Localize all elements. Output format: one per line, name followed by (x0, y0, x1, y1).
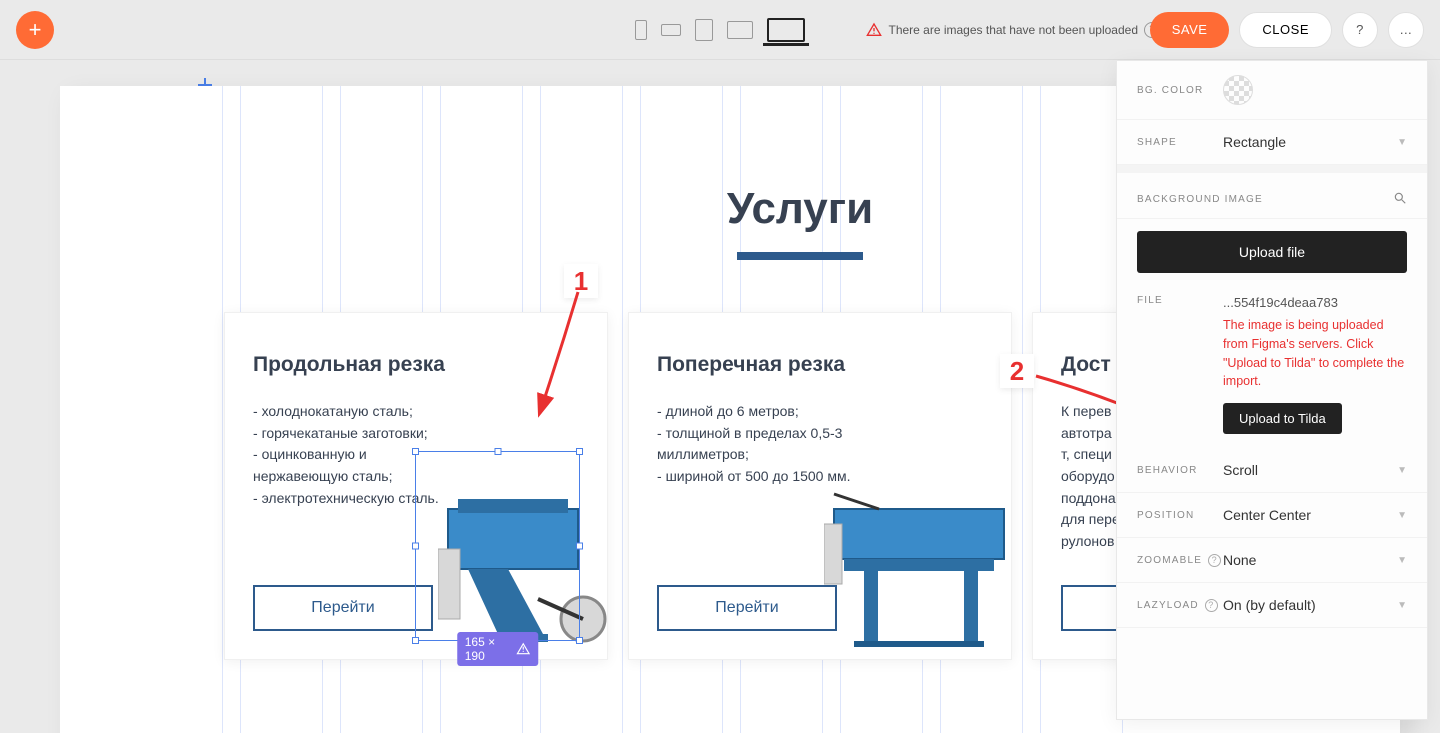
lazyload-label: LAZYLOAD? (1137, 599, 1223, 612)
bgimage-section-header: BACKGROUND IMAGE (1117, 165, 1427, 219)
warning-text: There are images that have not been uplo… (888, 23, 1138, 37)
chevron-down-icon: ▼ (1397, 465, 1407, 476)
device-tablet-landscape-icon[interactable] (727, 21, 753, 39)
top-toolbar: + There are images that have not been up… (0, 0, 1440, 60)
properties-panel[interactable]: BG. COLOR SHAPE Rectangle▼ BACKGROUND IM… (1116, 60, 1428, 720)
card-cta-button[interactable]: Перейти (657, 585, 837, 631)
annotation-marker-2: 2 (1000, 354, 1034, 388)
color-swatch-transparent[interactable] (1223, 75, 1253, 105)
zoomable-select[interactable]: None▼ (1223, 552, 1407, 568)
file-label: FILE (1137, 295, 1223, 306)
chevron-down-icon: ▼ (1397, 600, 1407, 611)
list-item: электротехническую сталь. (253, 488, 453, 510)
machine-image[interactable] (824, 449, 1019, 659)
chevron-down-icon: ▼ (1397, 510, 1407, 521)
list-item: длиной до 6 метров; (657, 401, 857, 423)
search-icon[interactable] (1393, 191, 1407, 208)
list-item: оцинкованную и нержавеющую сталь; (253, 444, 453, 487)
file-name-value: ...554f19c4deaa783 (1223, 295, 1338, 310)
machine-image[interactable] (438, 459, 613, 659)
behavior-row[interactable]: BEHAVIOR Scroll▼ (1117, 448, 1427, 493)
add-button[interactable]: + (16, 11, 54, 49)
card-cta-button[interactable]: Перейти (253, 585, 433, 631)
warning-icon (866, 22, 882, 38)
device-phone-landscape-icon[interactable] (661, 24, 681, 36)
help-button[interactable]: ? (1342, 12, 1378, 48)
chevron-down-icon: ▼ (1397, 137, 1407, 148)
device-switcher (635, 18, 805, 42)
file-row: FILE ...554f19c4deaa783 (1117, 285, 1427, 312)
annotation-marker-1: 1 (564, 264, 598, 298)
more-button[interactable]: ... (1388, 12, 1424, 48)
service-card[interactable]: Продольная резка холоднокатаную сталь; г… (224, 312, 608, 660)
card-bullet-list: холоднокатаную сталь; горячекатаные заго… (253, 401, 453, 509)
list-item: горячекатаные заготовки; (253, 423, 453, 445)
help-icon[interactable]: ? (1208, 554, 1221, 567)
behavior-select[interactable]: Scroll▼ (1223, 462, 1407, 478)
zoomable-label: ZOOMABLE? (1137, 554, 1223, 567)
upload-warning-text: The image is being uploaded from Figma's… (1117, 312, 1427, 403)
behavior-label: BEHAVIOR (1137, 465, 1223, 476)
upload-file-button[interactable]: Upload file (1137, 231, 1407, 273)
save-button[interactable]: SAVE (1150, 12, 1230, 48)
card-title: Продольная резка (253, 353, 579, 377)
shape-row[interactable]: SHAPE Rectangle▼ (1117, 120, 1427, 165)
lazyload-select[interactable]: On (by default)▼ (1223, 597, 1407, 613)
device-desktop-icon[interactable] (767, 18, 805, 42)
service-card[interactable]: Поперечная резка длиной до 6 метров; тол… (628, 312, 1012, 660)
list-item: холоднокатаную сталь; (253, 401, 453, 423)
bgcolor-label: BG. COLOR (1137, 85, 1223, 96)
close-button[interactable]: CLOSE (1239, 12, 1332, 48)
card-title: Поперечная резка (657, 353, 983, 377)
upload-warning-banner: There are images that have not been uplo… (866, 22, 1160, 38)
bgcolor-row[interactable]: BG. COLOR (1117, 61, 1427, 120)
title-underline (737, 252, 863, 260)
position-select[interactable]: Center Center▼ (1223, 507, 1407, 523)
top-right-actions: SAVE CLOSE ? ... (1150, 12, 1424, 48)
position-row[interactable]: POSITION Center Center▼ (1117, 493, 1427, 538)
upload-to-tilda-button[interactable]: Upload to Tilda (1223, 403, 1342, 434)
lazyload-row[interactable]: LAZYLOAD? On (by default)▼ (1117, 583, 1427, 628)
shape-select[interactable]: Rectangle▼ (1223, 134, 1407, 150)
position-label: POSITION (1137, 510, 1223, 521)
help-icon[interactable]: ? (1205, 599, 1218, 612)
device-phone-icon[interactable] (635, 20, 647, 40)
zoomable-row[interactable]: ZOOMABLE? None▼ (1117, 538, 1427, 583)
shape-label: SHAPE (1137, 137, 1223, 148)
chevron-down-icon: ▼ (1397, 555, 1407, 566)
device-tablet-icon[interactable] (695, 19, 713, 41)
